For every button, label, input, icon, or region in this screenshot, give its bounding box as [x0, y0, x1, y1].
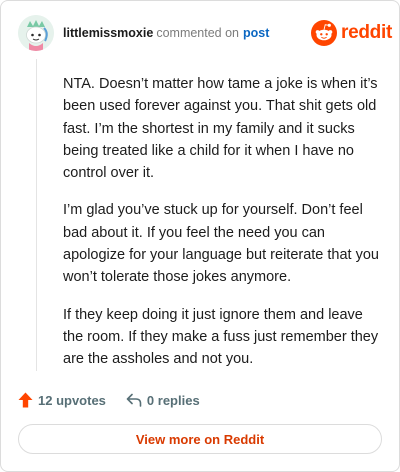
reddit-brand[interactable]: reddit — [311, 20, 392, 46]
reddit-logo-icon — [311, 20, 337, 46]
upvote-button[interactable]: 12 upvotes — [18, 392, 106, 408]
upvotes-count: 12 upvotes — [38, 392, 106, 408]
post-link[interactable]: post — [243, 26, 269, 40]
action-text: commented on — [156, 26, 240, 40]
upvote-arrow-icon — [18, 392, 33, 408]
comment-paragraph: I’m glad you’ve stuck up for yourself. D… — [63, 202, 379, 286]
username[interactable]: littlemissmoxie — [63, 26, 153, 40]
comment-embed-card: littlemissmoxie commented on post reddit N… — [0, 0, 400, 472]
snoo-avatar-icon — [18, 15, 54, 51]
reply-arrow-icon — [126, 393, 142, 407]
comment-header: littlemissmoxie commented on post — [63, 26, 269, 40]
replies-button[interactable]: 0 replies — [126, 393, 200, 408]
replies-count: 0 replies — [146, 392, 200, 408]
reddit-wordmark: reddit — [341, 22, 392, 43]
comment-footer: 12 upvotes 0 replies — [18, 389, 200, 411]
view-more-button[interactable]: View more on Reddit — [18, 424, 382, 454]
comment-paragraph: NTA. Doesn’t matter how tame a joke is w… — [63, 76, 378, 182]
comment-paragraph: If they keep doing it just ignore them a… — [63, 306, 379, 368]
thread-line[interactable] — [36, 59, 37, 371]
comment-body: NTA. Doesn’t matter how tame a joke is w… — [63, 73, 383, 386]
user-avatar[interactable] — [18, 15, 54, 51]
